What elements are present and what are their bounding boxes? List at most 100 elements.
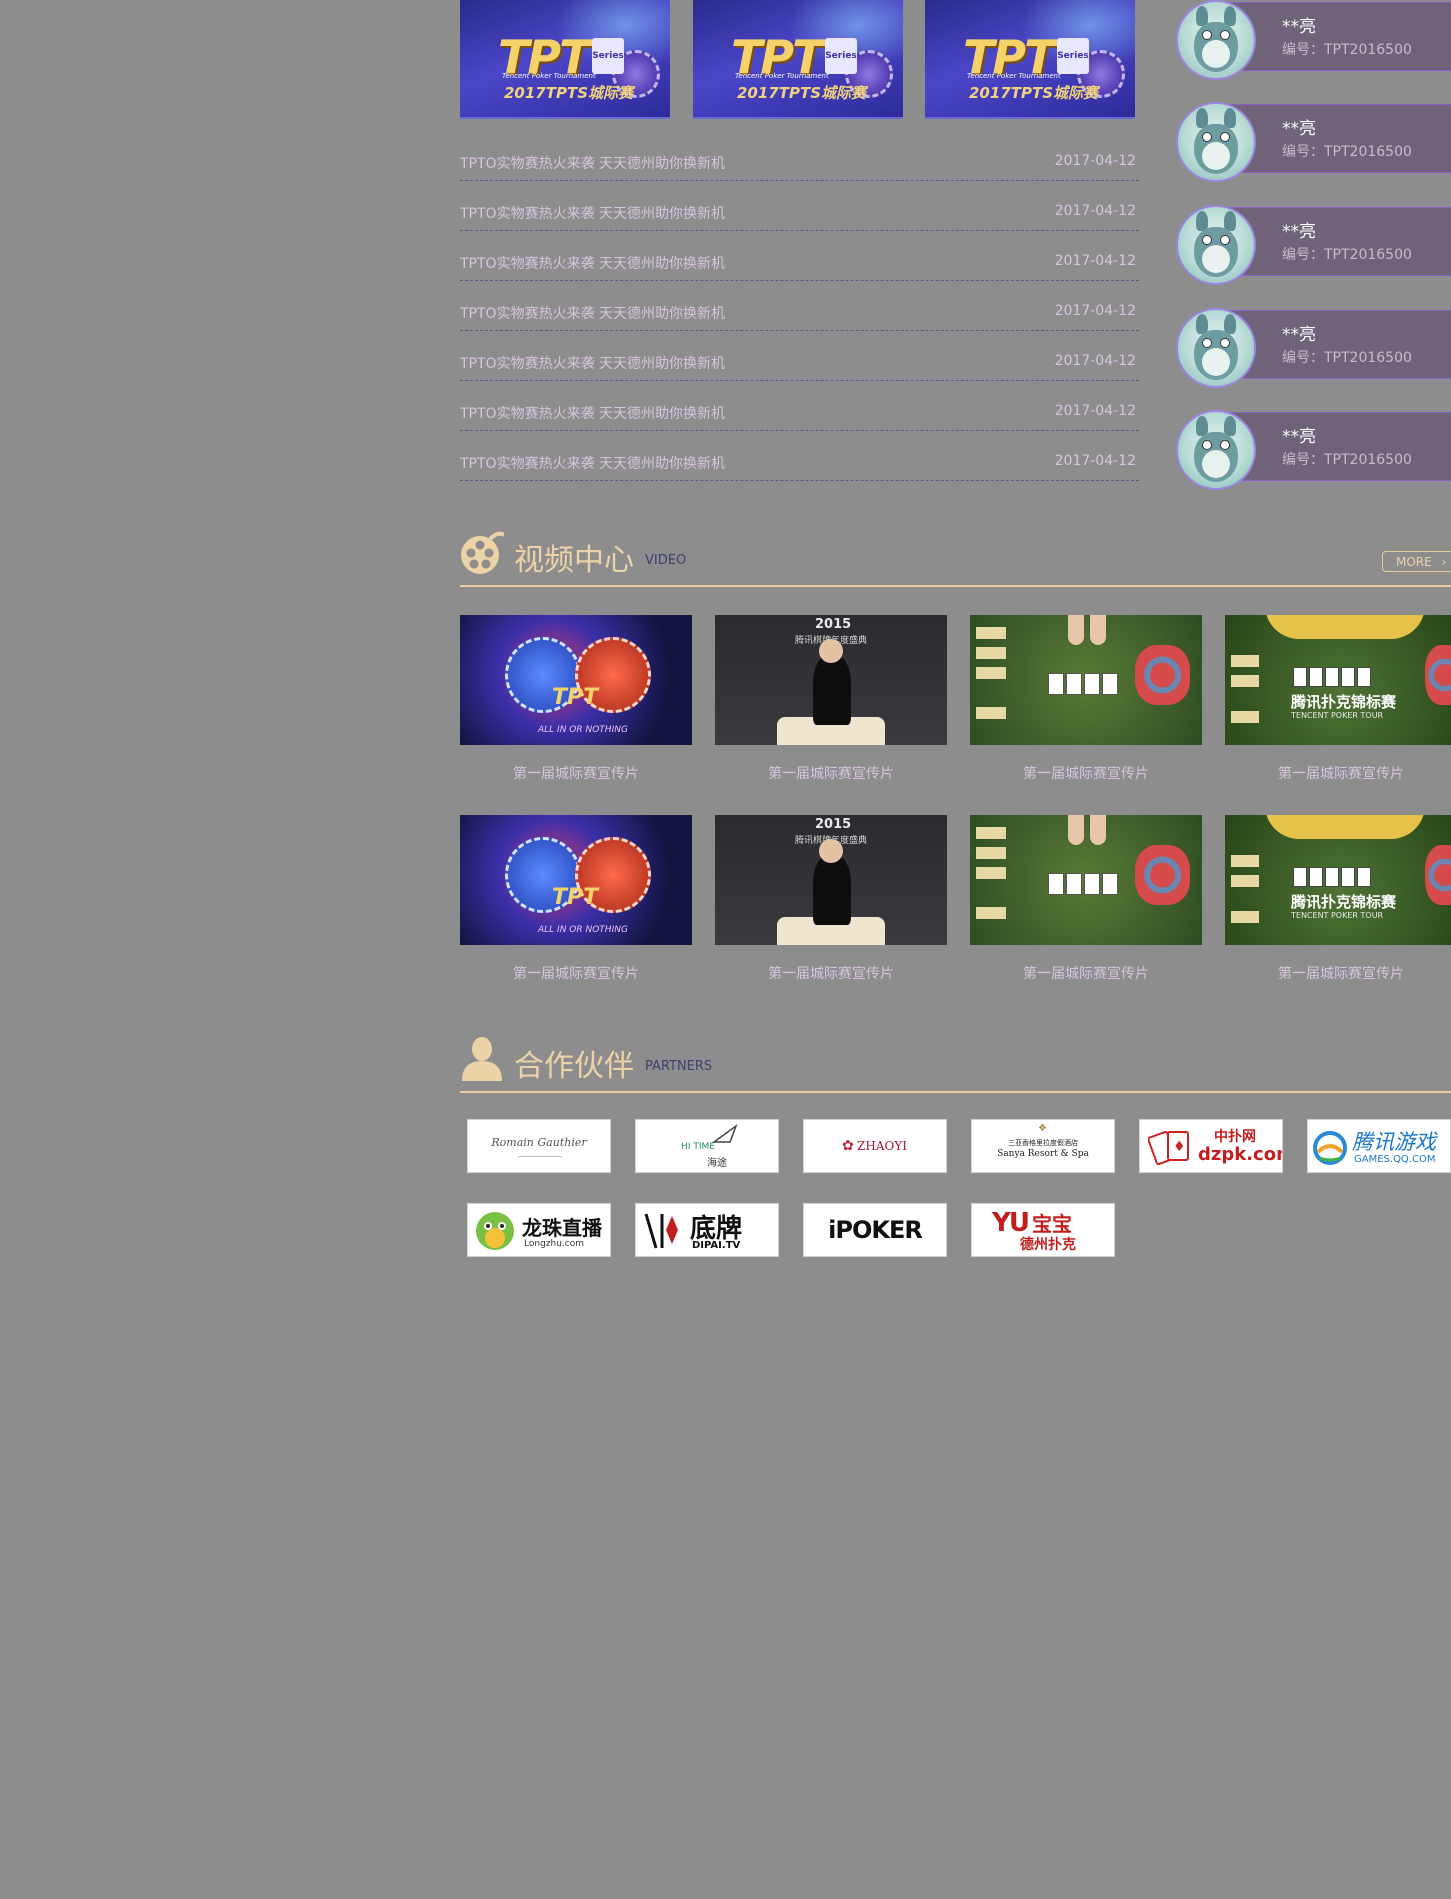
more-button[interactable]: MORE ›: [1382, 551, 1451, 572]
news-title[interactable]: TPTO实物赛热火来袭 天天德州助你换新机: [460, 403, 725, 423]
partner-logo-baobao-poker[interactable]: YU 宝宝 德州扑克: [971, 1203, 1115, 1257]
member-code: 编号：TPT2016500: [1282, 247, 1412, 263]
video-caption[interactable]: 第一届城际赛宣传片: [1225, 763, 1451, 783]
member-card[interactable]: **亮 编号：TPT2016500: [1172, 102, 1451, 187]
banner-subtitle: Tencent Poker Tournament: [502, 72, 596, 80]
news-date: 2017-04-12: [1054, 153, 1136, 169]
news-title[interactable]: TPTO实物赛热火来袭 天天德州助你换新机: [460, 203, 725, 223]
banner-subtitle: Tencent Poker Tournament: [735, 72, 829, 80]
thumb-overlay-en: TENCENT POKER TOUR: [1291, 911, 1384, 920]
video-thumbnail[interactable]: [970, 815, 1202, 945]
video-caption[interactable]: 第一届城际赛宣传片: [970, 763, 1202, 783]
news-item[interactable]: TPTO实物赛热火来袭 天天德州助你换新机 2017-04-12: [460, 231, 1139, 281]
partner-logo-shangri-la[interactable]: ❖ 三亚香格里拉度假酒店 Sanya Resort & Spa: [971, 1119, 1115, 1173]
news-title[interactable]: TPTO实物赛热火来袭 天天德州助你换新机: [460, 353, 725, 373]
avatar: [1176, 102, 1256, 182]
video-caption[interactable]: 第一届城际赛宣传片: [460, 763, 692, 783]
thumb-logo: TPT: [552, 685, 599, 710]
partner-logo-ipoker[interactable]: iPOKER: [803, 1203, 947, 1257]
member-card[interactable]: **亮 编号：TPT2016500: [1172, 205, 1451, 290]
dipai-card-icon: [644, 1213, 678, 1249]
section-subtitle: VIDEO: [645, 553, 687, 568]
banner-tpt-2017[interactable]: TPT Series Tencent Poker Tournament 2017…: [693, 0, 903, 119]
banner-tpt-2017[interactable]: TPT Series Tencent Poker Tournament 2017…: [925, 0, 1135, 119]
member-card[interactable]: **亮 编号：TPT2016500: [1172, 308, 1451, 393]
film-reel-icon: [461, 531, 504, 574]
video-thumbnail[interactable]: 2015 腾讯棋牌年度盛典: [715, 815, 947, 945]
chevron-right-icon: ›: [1441, 555, 1447, 569]
member-name: **亮: [1282, 17, 1316, 37]
thumb-year: 2015: [815, 817, 852, 832]
member-code: 编号：TPT2016500: [1282, 42, 1412, 58]
banner-series: Series: [592, 38, 624, 74]
partner-logo-romain-gauthier[interactable]: Romain Gauthier: [467, 1119, 611, 1173]
thumb-logo: TPT: [552, 885, 599, 910]
section-title: 合作伙伴: [514, 1049, 634, 1084]
video-thumbnail[interactable]: 2015 腾讯棋牌年度盛典: [715, 615, 947, 745]
thumb-slogan: ALL IN OR NOTHING: [538, 925, 628, 935]
avatar: [1176, 410, 1256, 490]
banner-tpt-2017[interactable]: TPT Series Tencent Poker Tournament 2017…: [460, 0, 670, 119]
video-section-header: 视频中心 VIDEO: [460, 529, 1451, 587]
news-item[interactable]: TPTO实物赛热火来袭 天天德州助你换新机 2017-04-12: [460, 381, 1139, 431]
partner-logo-hi-time[interactable]: HI TIME 海途: [635, 1119, 779, 1173]
more-label: MORE: [1396, 555, 1432, 569]
video-thumbnail[interactable]: [970, 615, 1202, 745]
partner-logo-zhaoyi[interactable]: ✿ ZHAOYI: [803, 1119, 947, 1173]
avatar: [1176, 0, 1256, 80]
video-thumbnail[interactable]: 腾讯扑克锦标赛 TENCENT POKER TOUR: [1225, 615, 1451, 745]
member-name: **亮: [1282, 427, 1316, 447]
partner-logo-dzpk[interactable]: ♦ 中扑网 dzpk.com: [1139, 1119, 1283, 1173]
partner-logo-tencent-games[interactable]: 腾讯游戏 GAMES.QQ.COM: [1307, 1119, 1451, 1173]
person-icon: [462, 1037, 502, 1081]
member-name: **亮: [1282, 119, 1316, 139]
member-code: 编号：TPT2016500: [1282, 452, 1412, 468]
thumb-year: 2015: [815, 617, 852, 632]
partners-section-header: 合作伙伴 PARTNERS: [460, 1035, 1451, 1093]
news-date: 2017-04-12: [1054, 453, 1136, 469]
banner-caption: 2017TPTS城际赛: [504, 84, 634, 102]
thumb-overlay-en: TENCENT POKER TOUR: [1291, 711, 1384, 720]
section-subtitle: PARTNERS: [645, 1059, 713, 1074]
news-item[interactable]: TPTO实物赛热火来袭 天天德州助你换新机 2017-04-12: [460, 181, 1139, 231]
thumb-slogan: ALL IN OR NOTHING: [538, 725, 628, 735]
member-name: **亮: [1282, 222, 1316, 242]
member-name: **亮: [1282, 325, 1316, 345]
banner-caption: 2017TPTS城际赛: [737, 84, 867, 102]
news-date: 2017-04-12: [1054, 303, 1136, 319]
news-title[interactable]: TPTO实物赛热火来袭 天天德州助你换新机: [460, 153, 725, 173]
video-caption[interactable]: 第一届城际赛宣传片: [715, 763, 947, 783]
banner-series: Series: [825, 38, 857, 74]
video-thumbnail[interactable]: 腾讯扑克锦标赛 TENCENT POKER TOUR: [1225, 815, 1451, 945]
video-caption[interactable]: 第一届城际赛宣传片: [1225, 963, 1451, 983]
news-item[interactable]: TPTO实物赛热火来袭 天天德州助你换新机 2017-04-12: [460, 281, 1139, 331]
member-card[interactable]: **亮 编号：TPT2016500: [1172, 410, 1451, 495]
video-caption[interactable]: 第一届城际赛宣传片: [715, 963, 947, 983]
partner-logo-dipai[interactable]: 底牌 DIPAI.TV: [635, 1203, 779, 1257]
member-code: 编号：TPT2016500: [1282, 144, 1412, 160]
partner-logo-longzhu[interactable]: 龙珠直播 Longzhu.com: [467, 1203, 611, 1257]
news-date: 2017-04-12: [1054, 353, 1136, 369]
banner-caption: 2017TPTS城际赛: [969, 84, 1099, 102]
dragon-mascot-icon: [476, 1212, 514, 1250]
news-title[interactable]: TPTO实物赛热火来袭 天天德州助你换新机: [460, 253, 725, 273]
shangri-la-emblem-icon: ❖: [1038, 1123, 1047, 1134]
news-date: 2017-04-12: [1054, 203, 1136, 219]
member-code: 编号：TPT2016500: [1282, 350, 1412, 366]
video-thumbnail[interactable]: TPT ALL IN OR NOTHING: [460, 615, 692, 745]
news-item[interactable]: TPTO实物赛热火来袭 天天德州助你换新机 2017-04-12: [460, 131, 1139, 181]
avatar: [1176, 308, 1256, 388]
news-item[interactable]: TPTO实物赛热火来袭 天天德州助你换新机 2017-04-12: [460, 331, 1139, 381]
thumb-overlay: 腾讯扑克锦标赛: [1291, 893, 1397, 911]
video-thumbnail[interactable]: TPT ALL IN OR NOTHING: [460, 815, 692, 945]
svg-text:♦: ♦: [1173, 1139, 1186, 1155]
video-caption[interactable]: 第一届城际赛宣传片: [970, 963, 1202, 983]
member-card[interactable]: **亮 编号：TPT2016500: [1172, 0, 1451, 85]
wing-icon: [712, 1124, 738, 1143]
news-title[interactable]: TPTO实物赛热火来袭 天天德州助你换新机: [460, 453, 725, 473]
news-title[interactable]: TPTO实物赛热火来袭 天天德州助你换新机: [460, 303, 725, 323]
avatar: [1176, 205, 1256, 285]
banner-subtitle: Tencent Poker Tournament: [967, 72, 1061, 80]
video-caption[interactable]: 第一届城际赛宣传片: [460, 963, 692, 983]
news-item[interactable]: TPTO实物赛热火来袭 天天德州助你换新机 2017-04-12: [460, 431, 1139, 481]
